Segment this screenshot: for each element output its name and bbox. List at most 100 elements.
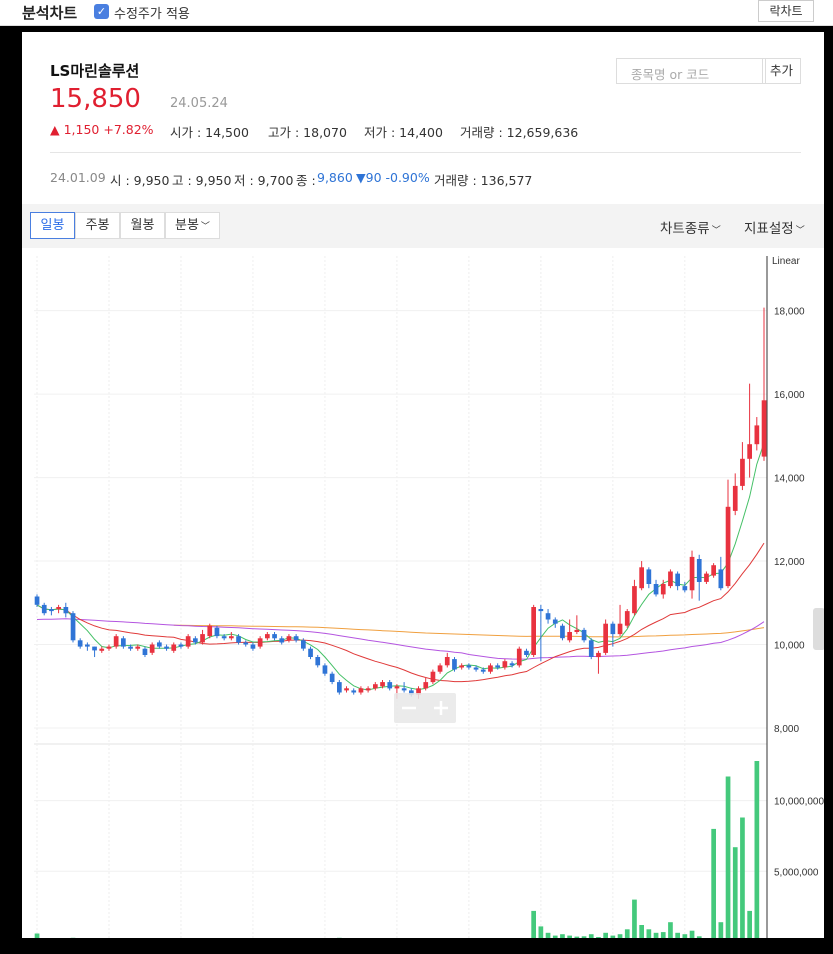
volume-bar xyxy=(711,828,716,938)
candlestick-chart[interactable]: Linear 18,000 16,000 14,000 12,000 10,000 8,00… xyxy=(22,248,824,938)
candle-body xyxy=(444,657,450,666)
candle-body xyxy=(581,629,587,641)
candle-body xyxy=(603,623,608,653)
tab-weekly[interactable]: 주봉 xyxy=(75,212,120,239)
candle-body xyxy=(761,400,767,457)
candle-body xyxy=(351,690,357,693)
candle-body xyxy=(437,665,443,672)
volume-bar xyxy=(531,910,536,938)
candle-body xyxy=(430,671,436,683)
candle-body xyxy=(365,688,371,691)
candle-body xyxy=(135,646,141,649)
candle-body xyxy=(567,632,572,641)
tab-monthly[interactable]: 월봉 xyxy=(120,212,165,239)
candle-body xyxy=(178,644,184,647)
candle-body xyxy=(509,663,515,666)
candle-body xyxy=(588,640,594,657)
volume-bar xyxy=(725,776,731,938)
candle-body xyxy=(660,584,666,595)
candle-body xyxy=(344,688,349,691)
volume-bar xyxy=(740,817,745,938)
candle-body xyxy=(322,665,328,674)
candle-body xyxy=(452,659,457,670)
volume-bar xyxy=(610,935,616,938)
chart-type-label: 차트종류 xyxy=(660,221,710,237)
candle-body xyxy=(149,644,155,653)
volume-tick-label: 5,000,000 xyxy=(774,867,819,878)
candle-body xyxy=(380,682,385,687)
volume-bar xyxy=(747,910,752,938)
candle-body xyxy=(243,642,249,645)
candle-body xyxy=(711,565,716,576)
candle-body xyxy=(653,584,659,595)
chevron-down-icon: ﹀ xyxy=(200,222,210,232)
candle-body xyxy=(552,619,558,624)
chevron-down-icon: ﹀ xyxy=(711,226,721,236)
tab-minute-label: 분봉 xyxy=(175,218,199,233)
history-date: 24.01.09 xyxy=(50,170,106,185)
volume-bar xyxy=(603,932,608,938)
chart-type-dropdown[interactable]: 차트종류 ﹀ xyxy=(660,217,721,237)
divider xyxy=(50,152,801,153)
candle-body xyxy=(689,556,695,591)
candle-body xyxy=(740,458,745,486)
price-tick-label: 10,000 xyxy=(774,641,805,652)
candle-body xyxy=(308,648,313,657)
volume-bar xyxy=(660,932,666,938)
low-price: 저가 : 14,400 xyxy=(364,125,443,140)
volume-bar xyxy=(617,934,623,938)
stock-name: LS마린솔루션 xyxy=(50,62,140,80)
add-stock-button[interactable]: 추가 xyxy=(762,58,801,84)
candle-body xyxy=(387,682,393,689)
volume-bar xyxy=(538,926,544,938)
price-plot-area xyxy=(34,256,767,728)
candle-body xyxy=(229,636,234,639)
zoom-controls xyxy=(394,693,456,723)
candle-body xyxy=(718,569,724,589)
volume-bar xyxy=(545,932,551,938)
price-change: ▲ 1,150 +7.82% xyxy=(50,122,154,137)
candle-body xyxy=(265,634,270,639)
candle-body xyxy=(516,648,522,666)
price-tick-label: 8,000 xyxy=(774,724,799,735)
candle-body xyxy=(193,638,198,643)
candle-body xyxy=(329,673,335,682)
adjusted-price-label[interactable]: 수정주가 적용 xyxy=(114,3,190,22)
volume-tick-label: 10,000,000 xyxy=(774,797,824,808)
candle-body xyxy=(257,638,263,647)
candle-body xyxy=(560,625,565,639)
side-panel-toggle[interactable] xyxy=(813,608,824,650)
indicator-settings-label: 지표설정 xyxy=(744,221,794,237)
price-tick-label: 18,000 xyxy=(774,307,805,318)
candle-body xyxy=(337,682,342,693)
candle-body xyxy=(171,644,177,651)
candle-body xyxy=(624,611,630,626)
candle-body xyxy=(495,665,500,668)
candle-body xyxy=(531,607,536,655)
tab-daily[interactable]: 일봉 xyxy=(30,212,75,239)
candle-body xyxy=(610,623,616,635)
open-price: 시가 : 14,500 xyxy=(170,125,249,140)
candle-body xyxy=(704,573,709,582)
candle-body xyxy=(279,638,285,643)
candle-body xyxy=(423,682,429,689)
candle-body xyxy=(459,665,464,668)
candle-body xyxy=(596,652,601,658)
indicator-settings-dropdown[interactable]: 지표설정 ﹀ xyxy=(744,217,805,237)
stock-search-input[interactable]: 종목명 or 코드 xyxy=(616,58,766,84)
candle-body xyxy=(272,634,277,639)
candle-body xyxy=(524,650,529,655)
adjusted-price-checkbox[interactable]: ✓ xyxy=(94,4,109,19)
volume-bar xyxy=(596,937,601,938)
volume-bar xyxy=(560,934,565,938)
candle-body xyxy=(315,657,321,666)
volume-bar xyxy=(34,933,40,938)
volume-bar xyxy=(581,936,587,938)
candle-body xyxy=(668,571,673,587)
lock-chart-button[interactable]: 락차트 xyxy=(758,0,814,22)
candle-body xyxy=(63,607,69,614)
tab-minute[interactable]: 분봉 ﹀ xyxy=(165,212,220,239)
candle-body xyxy=(682,586,688,591)
candle-body xyxy=(92,646,97,651)
candle-body xyxy=(70,613,76,641)
